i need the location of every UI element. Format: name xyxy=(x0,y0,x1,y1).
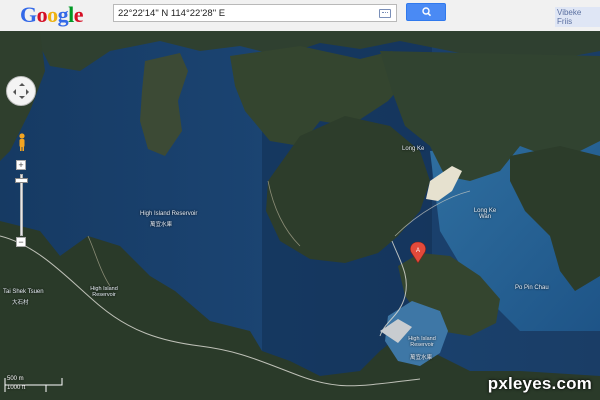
user-name[interactable]: Vibeke Friis xyxy=(555,7,600,27)
place-label-tai-shek-tsuen-cn: 大石村 xyxy=(12,300,29,306)
pan-up-icon[interactable] xyxy=(19,80,25,86)
place-label-high-island-reservoir-central: High Island Reservoir xyxy=(90,286,118,298)
zoom-slider-track[interactable] xyxy=(20,174,23,236)
place-label-high-island-reservoir-dam: High Island Reservoir xyxy=(408,336,436,348)
google-logo[interactable]: Google xyxy=(20,2,84,28)
keyboard-icon[interactable] xyxy=(379,9,391,18)
search-box xyxy=(113,4,397,22)
place-label-high-island-reservoir-west: High Island Reservoir xyxy=(140,211,198,217)
pan-left-icon[interactable] xyxy=(10,89,16,95)
place-label-long-ke: Long Ke xyxy=(402,146,425,152)
satellite-imagery: A xyxy=(0,31,600,400)
pan-down-icon[interactable] xyxy=(19,96,25,102)
zoom-in-button[interactable]: + xyxy=(16,160,26,170)
watermark: pxleyes.com xyxy=(487,374,592,393)
pan-right-icon[interactable] xyxy=(26,89,32,95)
map-scale: 500 m 1000 ft xyxy=(4,376,66,394)
pegman-icon[interactable] xyxy=(17,132,27,152)
scale-imperial: 1000 ft xyxy=(7,385,26,391)
map-view[interactable]: A Long Ke High Island Reservoir 萬宜水庫 Lon… xyxy=(0,31,600,400)
marker-label: A xyxy=(416,248,420,254)
top-bar: Google Vibeke Friis xyxy=(0,0,600,32)
scale-metric: 500 m xyxy=(7,376,24,382)
search-button[interactable] xyxy=(406,3,446,21)
zoom-out-button[interactable]: − xyxy=(16,237,26,247)
place-label-high-island-reservoir-dam-cn: 萬宜水庫 xyxy=(410,355,433,361)
place-label-tai-shek-tsuen: Tai Shek Tsuen xyxy=(3,289,44,295)
place-label-po-pin-chau: Po Pin Chau xyxy=(515,285,549,291)
pan-control[interactable] xyxy=(6,76,36,106)
search-icon xyxy=(422,7,432,17)
search-input[interactable] xyxy=(118,5,368,21)
place-label-high-island-reservoir-west-cn: 萬宜水庫 xyxy=(150,222,173,228)
place-label-long-ke-wan: Long Ke Wan xyxy=(473,208,497,220)
zoom-slider-handle[interactable] xyxy=(15,178,28,183)
